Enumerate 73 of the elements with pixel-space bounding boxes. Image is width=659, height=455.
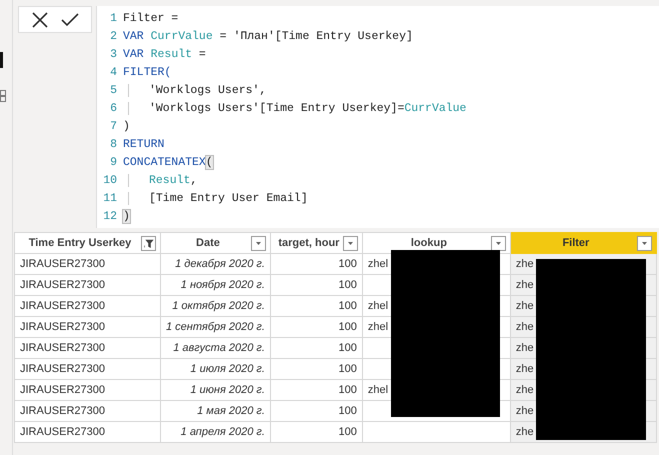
- line-number: 8: [109, 138, 118, 150]
- table-cell: zhe: [516, 405, 534, 417]
- table-cell: 1 сентября 2020 г.: [166, 321, 265, 333]
- table-cell: zhe: [516, 363, 534, 375]
- line-number: 6: [109, 102, 118, 114]
- table-cell: zhel: [368, 258, 388, 270]
- grid-icon[interactable]: [0, 90, 6, 102]
- check-icon[interactable]: [60, 12, 78, 26]
- dropdown-icon[interactable]: [250, 236, 266, 250]
- column-header[interactable]: Date: [160, 232, 270, 254]
- line-number: 3: [109, 48, 118, 60]
- table-cell: JIRAUSER27300: [20, 321, 105, 333]
- table-cell: zhe: [516, 384, 534, 396]
- table-cell: JIRAUSER27300: [20, 300, 105, 312]
- table-cell: zhe: [516, 279, 534, 291]
- table-cell: JIRAUSER27300: [20, 342, 105, 354]
- line-number: 4: [109, 66, 118, 78]
- table-cell: 1 июля 2020 г.: [190, 363, 265, 375]
- table-cell: 100: [338, 321, 357, 333]
- table-cell: JIRAUSER27300: [20, 363, 105, 375]
- bar-icon: [0, 52, 3, 68]
- line-number: 2: [109, 30, 118, 42]
- table-cell: zhe: [516, 300, 534, 312]
- table-cell: JIRAUSER27300: [20, 279, 105, 291]
- line-number: 5: [109, 84, 118, 96]
- filter-icon[interactable]: [141, 236, 156, 250]
- table-cell: 100: [338, 258, 357, 270]
- column-header[interactable]: Filter: [510, 232, 656, 254]
- dropdown-icon[interactable]: [490, 236, 506, 250]
- close-icon[interactable]: [32, 12, 48, 28]
- table-cell: 1 июня 2020 г.: [190, 384, 265, 396]
- code-line: Filter =: [123, 12, 178, 24]
- table-cell: zhe: [516, 342, 534, 354]
- table-cell: 1 октября 2020 г.: [172, 300, 265, 312]
- table-cell: 100: [338, 384, 357, 396]
- code-line: RETURN: [123, 138, 164, 150]
- line-number: 1: [109, 12, 118, 24]
- line-number: 9: [109, 156, 118, 168]
- table-cell: 100: [338, 342, 357, 354]
- table-cell: 100: [338, 426, 357, 438]
- code-line: VAR Result =: [123, 48, 206, 60]
- line-number: 12: [102, 210, 118, 222]
- table-cell: JIRAUSER27300: [20, 405, 105, 417]
- line-number: 10: [102, 174, 118, 186]
- code-editor[interactable]: [96, 6, 659, 228]
- table-cell: 100: [338, 300, 357, 312]
- line-number: 11: [102, 192, 118, 204]
- dropdown-icon[interactable]: [342, 236, 358, 250]
- table-cell: zhel: [368, 300, 388, 312]
- table-cell: JIRAUSER27300: [20, 384, 105, 396]
- table-cell: zhel: [368, 384, 388, 396]
- table-cell: zhe: [516, 426, 534, 438]
- table-cell: 1 декабря 2020 г.: [175, 258, 265, 270]
- column-header[interactable]: target, hour: [270, 232, 362, 254]
- code-line: VAR CurrValue = 'План'[Time Entry Userkey]: [123, 30, 413, 42]
- code-line: ): [123, 120, 130, 132]
- table-cell: JIRAUSER27300: [20, 258, 105, 270]
- table-cell: JIRAUSER27300: [20, 426, 105, 438]
- column-header[interactable]: Time Entry Userkey: [14, 232, 160, 254]
- code-line: CONCATENATEX(: [123, 156, 213, 168]
- table-cell: 1 ноября 2020 г.: [180, 279, 265, 291]
- code-line: FILTER(: [123, 66, 172, 78]
- table-cell: 100: [338, 405, 357, 417]
- table-cell: zhe: [516, 258, 534, 270]
- table-cell: 1 августа 2020 г.: [173, 342, 265, 354]
- table-cell: zhe: [516, 321, 534, 333]
- line-number: 7: [109, 120, 118, 132]
- table-cell: 1 мая 2020 г.: [197, 405, 265, 417]
- dropdown-icon[interactable]: [636, 236, 652, 250]
- table-cell: 100: [338, 279, 357, 291]
- table-cell: zhel: [368, 321, 388, 333]
- table-cell: 100: [338, 363, 357, 375]
- table-cell: 1 апреля 2020 г.: [180, 426, 265, 438]
